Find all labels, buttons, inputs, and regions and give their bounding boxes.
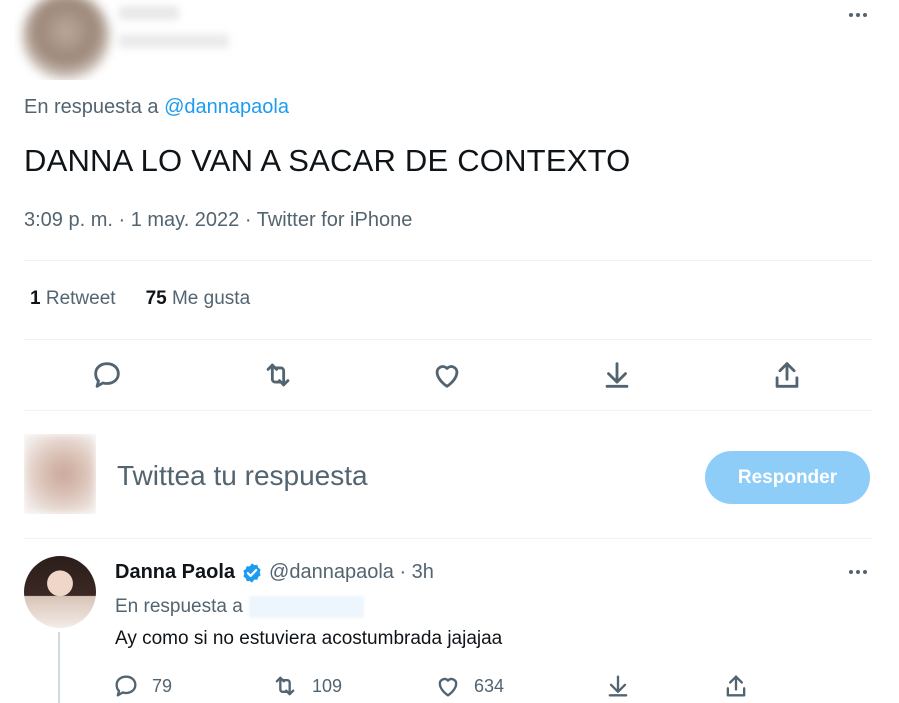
reply-text: Ay como si no estuviera acostumbrada jaj…	[115, 628, 503, 649]
reply-icon[interactable]	[112, 672, 140, 700]
retweet-count: 109	[312, 675, 343, 696]
reply-handle-link[interactable]: @dannapaola	[164, 96, 289, 118]
reply-handle-blurred[interactable]	[248, 596, 364, 618]
tweet-text: DANNA LO VAN A SACAR DE CONTEXTO	[24, 143, 631, 178]
tweet-actions	[28, 358, 868, 394]
download-action[interactable]	[604, 672, 632, 700]
reply-input[interactable]: Twittea tu respuesta	[117, 460, 368, 492]
reply-prefix: En respuesta a	[115, 596, 243, 617]
retweet-action[interactable]: 109	[270, 672, 342, 700]
divider	[24, 260, 872, 261]
tweet-stats: 1 Retweet 75 Me gusta	[30, 288, 250, 310]
reply-actions: 79 109 634	[112, 672, 762, 700]
retweet-icon[interactable]	[270, 672, 300, 700]
more-options-icon[interactable]	[843, 562, 873, 582]
reply-action[interactable]: 79	[112, 672, 172, 700]
thread-line	[58, 632, 60, 703]
author-handle-time: @dannapaola · 3h	[269, 561, 434, 583]
author-name-blurred	[119, 6, 179, 20]
retweets-stat[interactable]: 1 Retweet	[30, 288, 116, 310]
blurred-author-info	[14, 0, 242, 80]
reply-context: En respuesta a	[115, 596, 364, 618]
divider	[24, 410, 872, 411]
download-icon[interactable]	[604, 672, 632, 700]
reply-prefix: En respuesta a	[24, 96, 159, 118]
like-count: 634	[474, 675, 505, 696]
retweet-icon[interactable]	[260, 358, 296, 392]
like-icon[interactable]	[430, 358, 464, 392]
share-icon[interactable]	[722, 672, 750, 700]
reply-header: Danna Paola @dannapaola · 3h	[115, 561, 434, 584]
reply-context: En respuesta a @dannapaola	[24, 96, 289, 119]
author-avatar[interactable]	[22, 0, 110, 80]
download-icon[interactable]	[600, 358, 634, 392]
more-options-icon[interactable]	[843, 5, 873, 25]
reply-icon[interactable]	[90, 358, 124, 392]
share-icon[interactable]	[770, 358, 804, 392]
share-action[interactable]	[722, 672, 750, 700]
verified-badge-icon	[243, 562, 261, 583]
danna-avatar[interactable]	[24, 556, 96, 628]
like-action[interactable]: 634	[434, 672, 504, 700]
like-icon[interactable]	[434, 672, 462, 700]
author-name[interactable]: Danna Paola	[115, 561, 235, 584]
divider	[24, 538, 872, 539]
reply-button[interactable]: Responder	[705, 451, 870, 504]
my-avatar[interactable]	[24, 434, 96, 514]
tweet-meta: 3:09 p. m. · 1 may. 2022 · Twitter for i…	[24, 209, 413, 231]
author-handle-blurred	[119, 34, 229, 48]
likes-stat[interactable]: 75 Me gusta	[146, 288, 251, 310]
divider	[24, 339, 872, 340]
reply-count: 79	[152, 675, 173, 696]
